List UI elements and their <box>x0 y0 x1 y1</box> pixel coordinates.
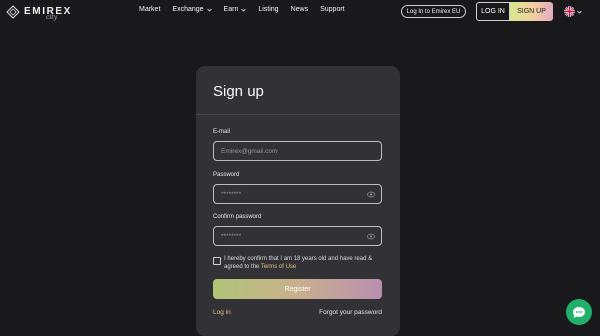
nav-listing[interactable]: Listing <box>258 6 278 13</box>
password-value: ******** <box>221 190 242 198</box>
password-label: Password <box>213 172 240 178</box>
nav-support[interactable]: Support <box>320 6 345 13</box>
header: EMIREX сity Market Exchange Earn Listing… <box>0 0 600 24</box>
nav-listing-label: Listing <box>258 6 279 13</box>
login-link[interactable]: Log in <box>213 309 231 316</box>
login-eu-button[interactable]: Log In to Emirex EU <box>401 5 466 18</box>
chevron-down-icon <box>206 8 212 12</box>
email-placeholder: Emirex@gmail.com <box>221 147 278 155</box>
nav-exchange-label: Exchange <box>172 6 204 13</box>
main-nav: Market Exchange Earn Listing News Suppor… <box>139 6 345 13</box>
nav-earn[interactable]: Earn <box>224 6 247 13</box>
logo-icon <box>6 5 20 19</box>
nav-earn-label: Earn <box>223 6 239 13</box>
age-consent-checkbox[interactable] <box>213 257 221 265</box>
confirm-password-label: Confirm password <box>213 214 262 220</box>
consent-text: I hereby confirm that I am 18 years old … <box>224 255 384 271</box>
signup-card: Sign up E-mail Emirex@gmail.com Password… <box>196 66 400 336</box>
terms-of-use-link[interactable]: Terms of Use <box>261 264 296 270</box>
chevron-down-icon <box>577 10 582 14</box>
password-field[interactable]: ******** <box>213 184 382 204</box>
eye-icon[interactable] <box>367 233 375 240</box>
divider <box>196 114 400 115</box>
nav-market[interactable]: Market <box>139 6 160 13</box>
signup-button[interactable]: SIGN UP <box>510 2 553 21</box>
eye-icon[interactable] <box>367 191 375 198</box>
login-button[interactable]: LOG IN <box>476 2 510 21</box>
nav-support-label: Support <box>320 6 345 13</box>
logo[interactable]: EMIREX сity <box>6 3 72 21</box>
nav-exchange[interactable]: Exchange <box>172 6 212 13</box>
nav-market-label: Market <box>139 6 161 13</box>
chat-button[interactable] <box>566 299 592 325</box>
confirm-password-value: ******** <box>221 232 242 240</box>
logo-subtext: сity <box>46 14 58 21</box>
forgot-password-link[interactable]: Forgot your password <box>319 309 382 316</box>
confirm-password-field[interactable]: ******** <box>213 226 382 246</box>
register-button[interactable]: Register <box>213 279 382 299</box>
chat-icon <box>573 306 585 318</box>
email-field[interactable]: Emirex@gmail.com <box>213 141 382 161</box>
consent-label: I hereby confirm that I am 18 years old … <box>224 256 373 270</box>
nav-news-label: News <box>290 6 309 13</box>
nav-news[interactable]: News <box>291 6 309 13</box>
email-label: E-mail <box>213 129 231 135</box>
uk-flag-icon <box>564 6 575 17</box>
page-title: Sign up <box>213 83 264 100</box>
language-selector[interactable] <box>564 6 582 17</box>
chevron-down-icon <box>241 8 247 12</box>
